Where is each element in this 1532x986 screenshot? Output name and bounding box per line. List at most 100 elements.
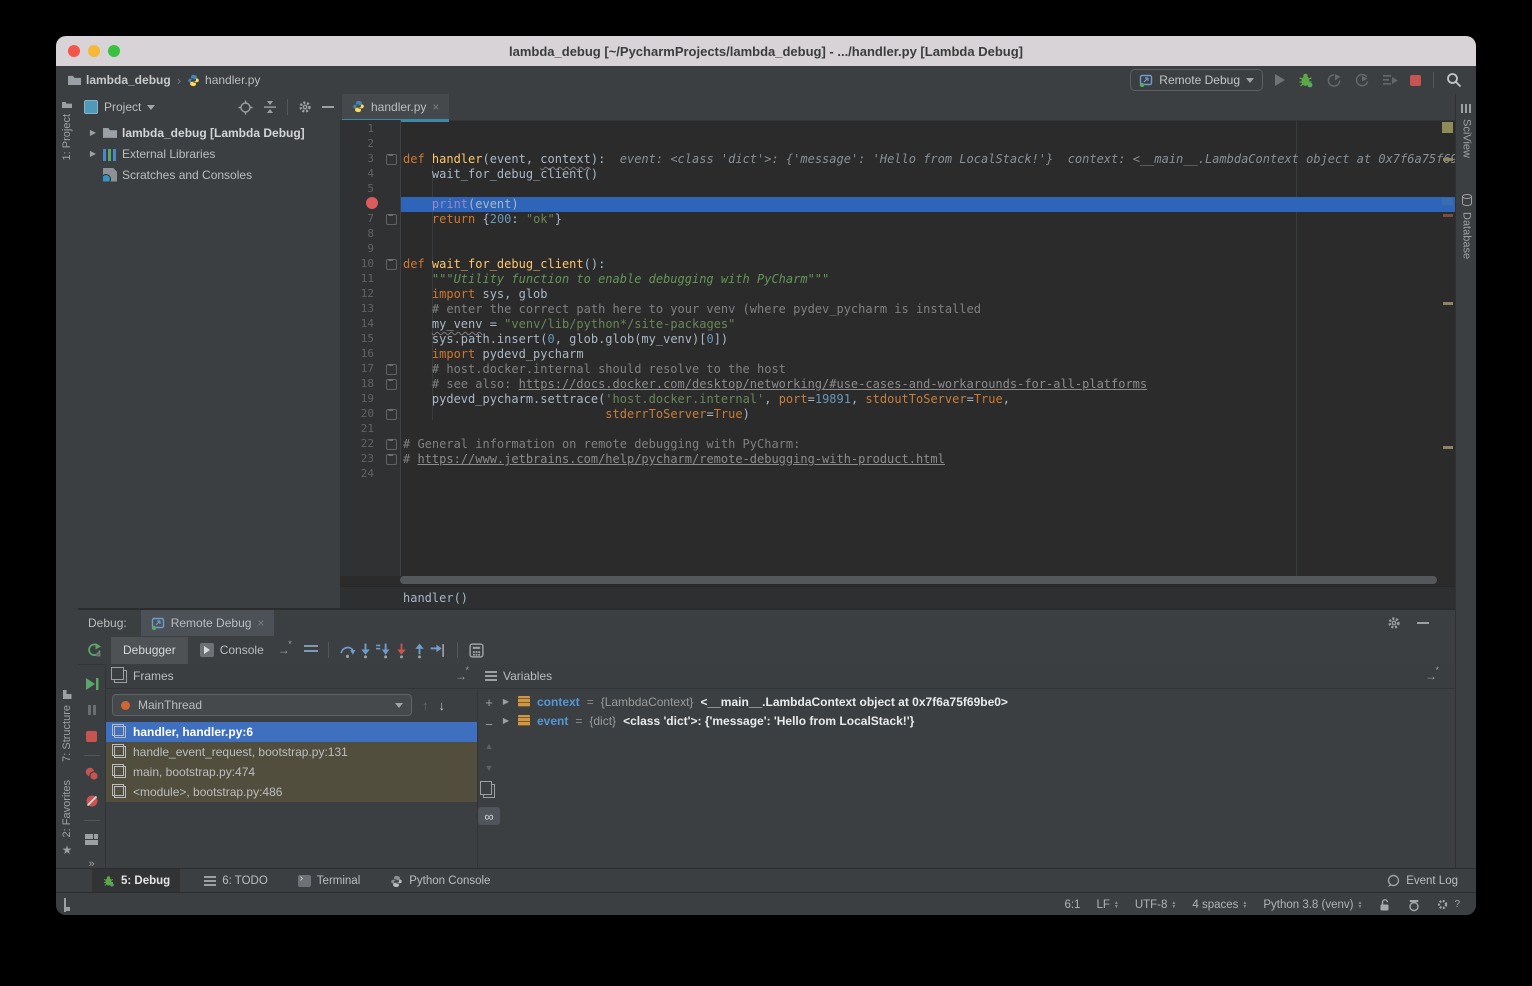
- tool-button-todo[interactable]: 6: TODO: [194, 869, 278, 893]
- tree-item-1[interactable]: ▶External Libraries: [78, 143, 340, 164]
- run-to-cursor-icon[interactable]: [429, 641, 447, 659]
- layout-options-icon[interactable]: [304, 645, 318, 655]
- fold-marker-icon[interactable]: [386, 409, 397, 420]
- step-into-my-code-icon[interactable]: [375, 641, 393, 659]
- close-session-icon[interactable]: ×: [257, 616, 264, 630]
- line-separator-select[interactable]: LF▲▼: [1096, 899, 1118, 911]
- next-frame-icon[interactable]: ↓: [439, 698, 446, 713]
- profile-button[interactable]: [1326, 73, 1342, 88]
- expand-arrow-icon[interactable]: ▶: [501, 716, 511, 725]
- fold-marker-icon[interactable]: [386, 364, 397, 375]
- coverage-button[interactable]: [1354, 73, 1370, 88]
- tool-button-database[interactable]: Database: [1456, 194, 1476, 259]
- gear-icon[interactable]: [1387, 616, 1401, 630]
- expand-arrow-icon[interactable]: ▶: [501, 697, 511, 706]
- hide-panel-icon[interactable]: [322, 106, 334, 108]
- chevron-down-icon[interactable]: [147, 105, 155, 110]
- rerun-icon[interactable]: [85, 641, 103, 659]
- debug-session-tab[interactable]: Remote Debug ×: [141, 610, 275, 636]
- gear-icon[interactable]: [298, 100, 312, 114]
- settings-hint-icon[interactable]: ?: [1437, 898, 1460, 911]
- run-configuration-select[interactable]: Remote Debug: [1130, 69, 1263, 91]
- indent-select[interactable]: 4 spaces▲▼: [1192, 899, 1247, 911]
- run-button[interactable]: [1275, 74, 1285, 86]
- fold-marker-icon[interactable]: [386, 439, 397, 450]
- breakpoint-icon[interactable]: [366, 197, 378, 209]
- breadcrumb-project[interactable]: lambda_debug: [68, 73, 171, 87]
- stop-icon[interactable]: [83, 729, 101, 744]
- locate-file-icon[interactable]: [238, 100, 253, 115]
- tool-button-favorites[interactable]: 2: Favorites ★: [56, 780, 78, 857]
- step-over-icon[interactable]: [339, 641, 357, 659]
- fold-marker-icon[interactable]: [386, 154, 397, 165]
- expand-arrow-icon[interactable]: ▶: [88, 128, 98, 137]
- thread-selector[interactable]: MainThread: [112, 694, 412, 716]
- restore-layout-icon[interactable]: [83, 832, 101, 847]
- mute-breakpoints-icon[interactable]: [83, 793, 101, 809]
- show-return-values-icon[interactable]: ∞: [478, 807, 500, 825]
- fold-marker-icon[interactable]: [386, 454, 397, 465]
- editor-breadcrumb[interactable]: handler(): [340, 586, 1455, 608]
- interpreter-select[interactable]: Python 3.8 (venv)▲▼: [1263, 899, 1362, 911]
- add-watch-icon[interactable]: +: [485, 696, 493, 709]
- tab-console[interactable]: Console: [188, 637, 276, 664]
- remove-watch-icon[interactable]: −: [485, 718, 493, 731]
- fold-marker-icon[interactable]: [386, 259, 397, 270]
- view-breakpoints-icon[interactable]: [83, 766, 101, 782]
- code-token: import: [403, 287, 482, 301]
- tool-window-toggle[interactable]: [56, 899, 66, 911]
- tool-button-python-console[interactable]: Python Console: [380, 869, 500, 893]
- editor-tab-label: handler.py: [371, 100, 426, 114]
- frame-row-2[interactable]: main, bootstrap.py:474: [106, 762, 477, 782]
- step-into-icon[interactable]: [357, 641, 375, 659]
- stop-button[interactable]: [1410, 75, 1421, 86]
- tool-button-debug[interactable]: 5: Debug: [92, 869, 180, 893]
- tree-item-2[interactable]: Scratches and Consoles: [78, 164, 340, 185]
- fold-marker-icon[interactable]: [386, 214, 397, 225]
- fold-marker-icon[interactable]: [386, 379, 397, 390]
- encoding-select[interactable]: UTF-8▲▼: [1135, 899, 1177, 911]
- variable-name: event: [537, 714, 568, 728]
- panel-options-icon[interactable]: →: [453, 669, 469, 683]
- expand-arrow-icon[interactable]: ▶: [88, 149, 98, 158]
- code-viewport[interactable]: 123456789101112131415161718192021222324 …: [340, 120, 1455, 576]
- panel-options-icon[interactable]: →: [1423, 669, 1439, 683]
- frame-row-3[interactable]: <module>, bootstrap.py:486: [106, 782, 477, 802]
- debug-button[interactable]: [1297, 72, 1314, 88]
- editor-gutter[interactable]: 123456789101112131415161718192021222324: [340, 120, 401, 576]
- tool-button-structure[interactable]: 7: Structure: [56, 690, 78, 762]
- caret-position[interactable]: 6:1: [1064, 899, 1080, 911]
- search-everywhere-icon[interactable]: [1446, 72, 1462, 88]
- previous-frame-icon[interactable]: ↑: [422, 698, 429, 713]
- frame-row-1[interactable]: handle_event_request, bootstrap.py:131: [106, 742, 477, 762]
- run-with-settings-button[interactable]: [1382, 73, 1398, 87]
- tree-item-0[interactable]: ▶lambda_debug [Lambda Debug]: [78, 122, 340, 143]
- close-tab-icon[interactable]: ×: [432, 100, 439, 114]
- toolbar-separator: [328, 642, 329, 658]
- variable-row-0[interactable]: ▶context={LambdaContext}<__main__.Lambda…: [501, 692, 1455, 711]
- evaluate-expression-icon[interactable]: [468, 641, 486, 659]
- force-step-into-icon[interactable]: [393, 641, 411, 659]
- move-up-icon[interactable]: ▲: [485, 740, 494, 753]
- tool-button-terminal[interactable]: Terminal: [288, 869, 370, 893]
- breadcrumb-file[interactable]: handler.py: [187, 73, 260, 87]
- hide-panel-icon[interactable]: [1417, 622, 1429, 624]
- collapse-all-icon[interactable]: [263, 100, 277, 114]
- inspections-profile-icon[interactable]: [1407, 898, 1421, 912]
- event-log-button[interactable]: Event Log: [1386, 874, 1476, 888]
- pin-tab-icon[interactable]: →: [276, 643, 292, 657]
- editor-tab-handler[interactable]: handler.py ×: [342, 94, 449, 122]
- move-down-icon[interactable]: ▼: [485, 762, 494, 775]
- variable-row-1[interactable]: ▶event={dict}<class 'dict'>: {'message':…: [501, 711, 1455, 730]
- lock-icon[interactable]: [1378, 898, 1391, 912]
- resume-icon[interactable]: [83, 676, 101, 692]
- pause-icon[interactable]: [83, 703, 101, 718]
- tool-button-project[interactable]: 1: Project: [56, 100, 78, 160]
- step-out-icon[interactable]: [411, 641, 429, 659]
- tool-button-sciview[interactable]: SciView: [1456, 104, 1476, 158]
- duplicate-watch-icon[interactable]: [483, 784, 495, 798]
- frame-row-0[interactable]: handler, handler.py:6: [106, 722, 477, 742]
- horizontal-scrollbar[interactable]: [400, 576, 1437, 584]
- tab-debugger[interactable]: Debugger: [111, 637, 188, 664]
- error-stripe[interactable]: [1442, 120, 1453, 576]
